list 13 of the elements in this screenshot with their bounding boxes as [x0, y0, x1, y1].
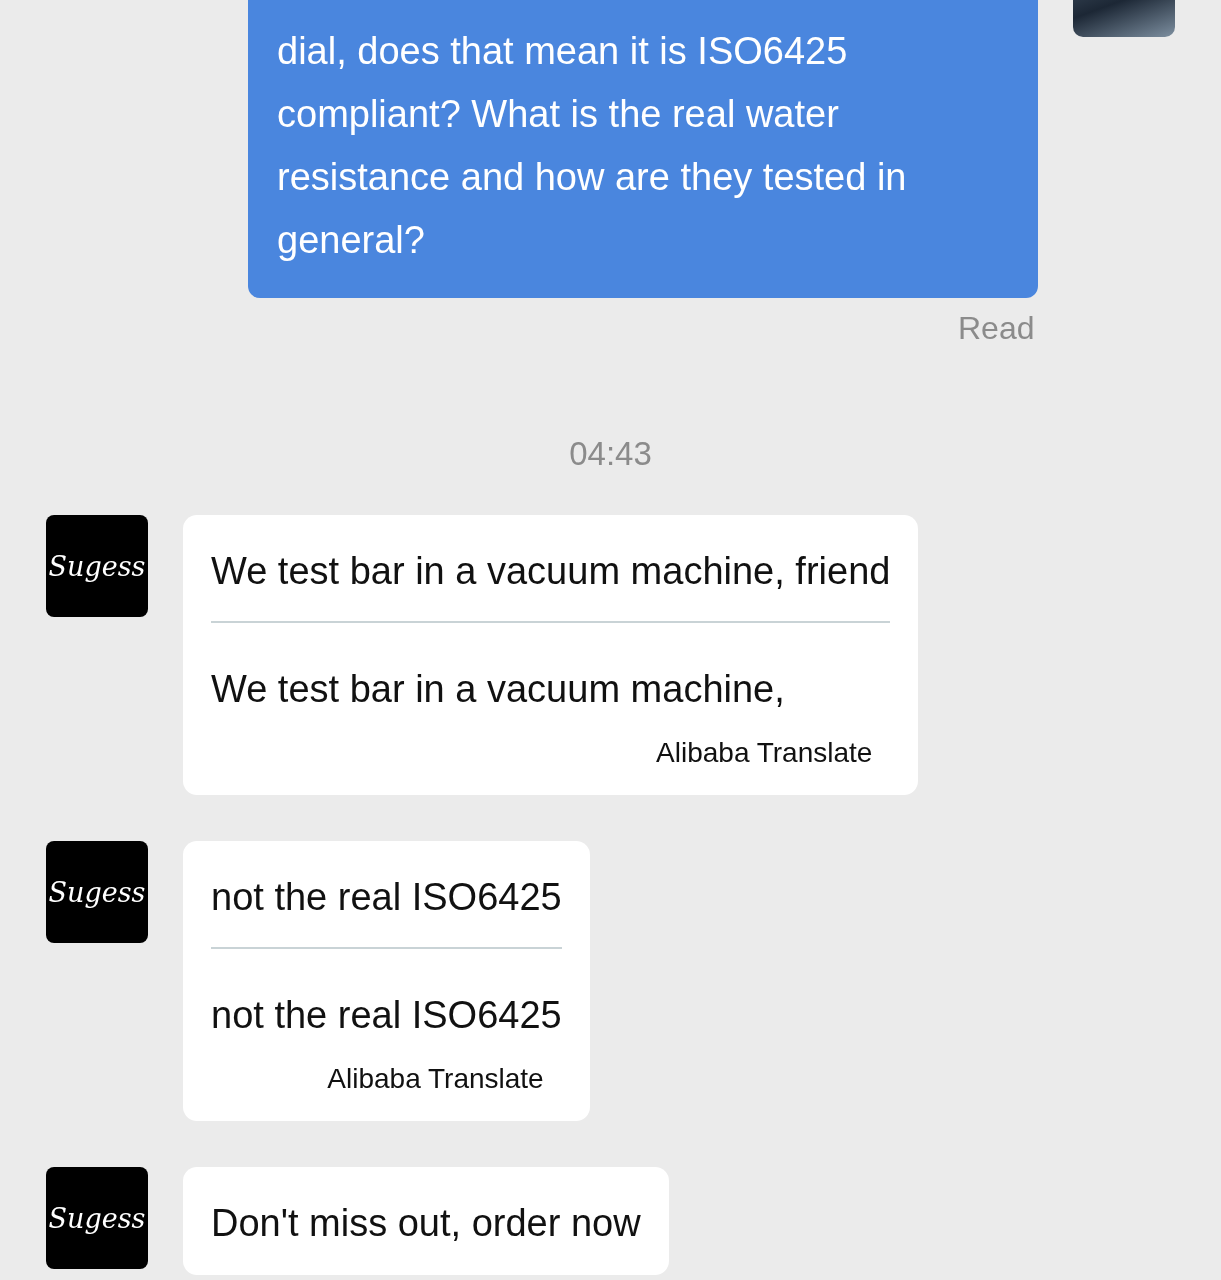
read-status: Read	[958, 310, 1035, 347]
avatar-logo: Sugess	[46, 1167, 148, 1269]
translated-text: not the real ISO6425	[211, 993, 562, 1038]
message-bubble: dial, does that mean it is ISO6425 compliant? What is the real water resistance and how are they tested in general?	[248, 0, 1038, 298]
translation-credit: Alibaba Translate	[327, 1063, 544, 1095]
translation-credit: Alibaba Translate	[656, 737, 873, 769]
avatar-logo: Sugess	[46, 515, 148, 617]
avatar-logo: Sugess	[46, 841, 148, 943]
message-text: not the real ISO6425	[211, 875, 562, 920]
message-text: We test bar in a vacuum machine, friend	[211, 549, 891, 594]
timestamp: 04:43	[569, 435, 652, 473]
message-text: Don't miss out, order now	[211, 1201, 641, 1246]
translated-text: We test bar in a vacuum machine,	[211, 667, 786, 712]
